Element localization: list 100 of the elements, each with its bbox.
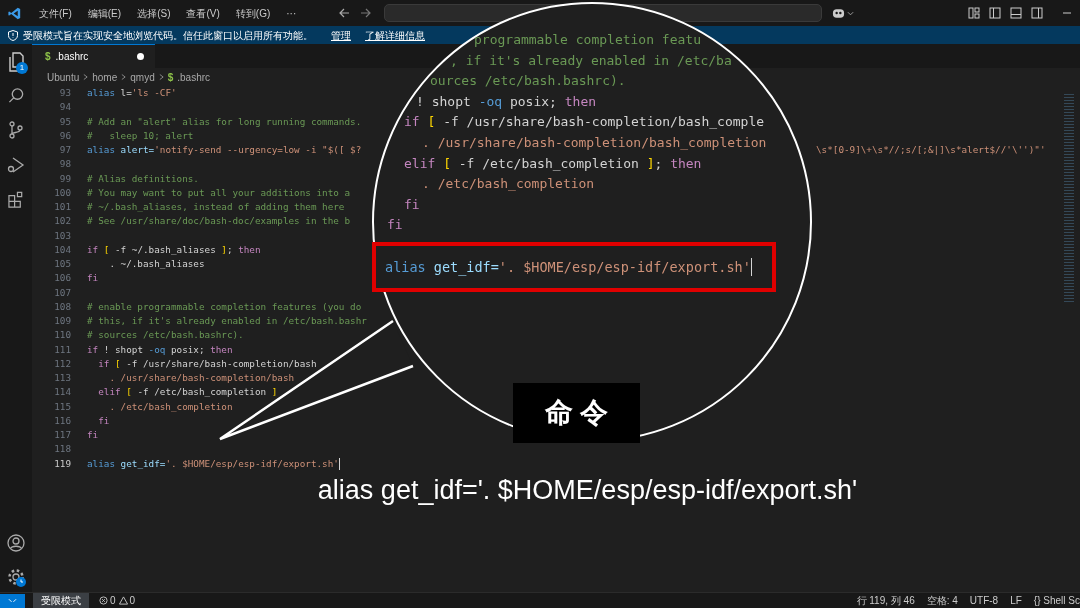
chevron-right-icon bbox=[83, 73, 89, 81]
line-number: 110 bbox=[53, 328, 71, 343]
magnified-code-line: ! shopt -oq posix; then bbox=[416, 92, 597, 111]
run-debug-icon[interactable] bbox=[7, 156, 25, 174]
code-line: alias alert='notify-send --urgency=low -i "$([ $? bbox=[87, 143, 362, 158]
chevron-right-icon bbox=[158, 73, 164, 81]
banner-link[interactable]: 管理 bbox=[331, 27, 351, 43]
restricted-mode-indicator[interactable]: 受限模式 bbox=[33, 592, 89, 608]
menu-item[interactable]: 查看(V) bbox=[180, 5, 226, 21]
code-line: # ~/.bash_aliases, instead of adding them here bbox=[87, 200, 345, 215]
magnified-code-line: . /usr/share/bash-completion/bash_completion bbox=[422, 134, 767, 152]
menu-item[interactable]: 选择(S) bbox=[131, 5, 177, 21]
menu-item[interactable]: 转到(G) bbox=[229, 5, 277, 21]
code-line: # this, if it's already enabled in /etc/bash.bashr bbox=[87, 314, 367, 329]
code-line: if [ -f ~/.bash_aliases ]; then bbox=[87, 242, 261, 257]
line-number: 108 bbox=[53, 299, 71, 314]
line-number: 107 bbox=[53, 285, 71, 300]
panel-toggle-icon[interactable] bbox=[1010, 7, 1022, 19]
text-cursor bbox=[338, 457, 340, 470]
menu-item[interactable]: ··· bbox=[280, 5, 303, 21]
line-number: 112 bbox=[53, 356, 71, 371]
status-item[interactable]: LF bbox=[1010, 593, 1022, 608]
breadcrumb-item[interactable]: .bashrc bbox=[177, 69, 211, 85]
source-control-icon[interactable] bbox=[8, 121, 24, 139]
line-number: 93 bbox=[58, 86, 71, 101]
code-line: fi bbox=[97, 413, 110, 428]
code-line: # sleep 10; alert bbox=[87, 128, 194, 143]
magnified-code-line: fi bbox=[387, 216, 403, 235]
layout-icon[interactable] bbox=[968, 7, 980, 19]
breadcrumb-item[interactable]: qmyd bbox=[130, 69, 155, 85]
code-line: fi bbox=[87, 428, 99, 443]
line-number: 100 bbox=[53, 185, 71, 200]
banner-message: 受限模式旨在实现安全地浏览代码。信任此窗口以启用所有功能。 bbox=[23, 28, 313, 43]
line-number: 111 bbox=[53, 342, 71, 357]
line-number: 99 bbox=[58, 171, 71, 186]
shell-file-icon: $ bbox=[167, 69, 174, 85]
account-icon[interactable] bbox=[7, 534, 25, 552]
line-number: 115 bbox=[53, 399, 71, 414]
error-count[interactable]: 0 bbox=[110, 593, 116, 608]
code-line: # You may want to put all your additions into a bbox=[87, 185, 351, 200]
line-number: 98 bbox=[58, 157, 71, 172]
error-icon[interactable] bbox=[99, 596, 108, 605]
chevron-down-icon[interactable] bbox=[847, 10, 855, 16]
search-icon[interactable] bbox=[7, 87, 25, 104]
clock-badge-icon bbox=[16, 577, 26, 587]
magnified-code-line: fi bbox=[404, 195, 420, 214]
line-number: 118 bbox=[53, 442, 71, 457]
notification-badge: 1 bbox=[16, 62, 28, 74]
line-number: 116 bbox=[53, 413, 71, 428]
line-number: 117 bbox=[53, 428, 71, 443]
code-line: alias get_idf='. $HOME/esp/esp-idf/export.sh' bbox=[87, 456, 339, 471]
status-item[interactable]: {} Shell Sc bbox=[1033, 593, 1080, 608]
app-logo-icon bbox=[8, 6, 21, 20]
settings-icon[interactable] bbox=[7, 568, 25, 586]
code-line: # Add an "alert" alias for long running commands. bbox=[87, 114, 362, 129]
menu-item[interactable]: 编辑(E) bbox=[81, 5, 128, 21]
code-line: . ~/.bash_aliases bbox=[108, 257, 205, 272]
line-number: 106 bbox=[53, 271, 71, 286]
magnified-code-line: , if it's already enabled in /etc/ba bbox=[450, 51, 732, 70]
line-number: 102 bbox=[53, 214, 71, 229]
magnified-code-line: elif [ -f /etc/bash_completion ]; then bbox=[404, 154, 702, 173]
line-number: 105 bbox=[53, 257, 71, 272]
back-arrow-icon[interactable] bbox=[338, 7, 351, 19]
code-line: # See /usr/share/doc/bash-doc/examples in the b bbox=[87, 214, 351, 229]
breadcrumb-item[interactable]: home bbox=[92, 69, 118, 85]
secondary-sidebar-icon[interactable] bbox=[1031, 7, 1043, 19]
line-number: 101 bbox=[53, 200, 71, 215]
code-line: alias l='ls -CF' bbox=[87, 86, 177, 101]
code-line: # Alias definitions. bbox=[87, 171, 199, 186]
line-number: 109 bbox=[53, 314, 71, 329]
status-item[interactable]: 空格: 4 bbox=[926, 593, 958, 608]
code-line: . /etc/bash_completion bbox=[108, 399, 233, 414]
forward-arrow-icon[interactable] bbox=[360, 7, 373, 19]
magnified-code-line: . /etc/bash_completion bbox=[422, 175, 595, 194]
extensions-icon[interactable] bbox=[7, 191, 25, 208]
line-number: 96 bbox=[58, 128, 71, 143]
breadcrumb-item[interactable]: Ubuntu bbox=[47, 69, 80, 85]
line-number: 104 bbox=[53, 242, 71, 257]
line-number: 97 bbox=[58, 143, 71, 158]
code-line: elif [ -f /etc/bash_completion ] bbox=[97, 385, 278, 400]
code-line: # sources /etc/bash.bashrc). bbox=[87, 328, 244, 343]
banner-link[interactable]: 了解详细信息 bbox=[365, 27, 425, 43]
status-item[interactable]: 行 119, 列 46 bbox=[856, 593, 915, 608]
line-number: 94 bbox=[58, 100, 71, 115]
files-icon[interactable] bbox=[7, 52, 25, 72]
status-item[interactable]: UTF-8 bbox=[969, 593, 999, 608]
copilot-icon[interactable] bbox=[832, 7, 846, 19]
sidebar-toggle-icon[interactable] bbox=[989, 7, 1001, 19]
editor-tab[interactable]: $ .bashrc bbox=[32, 44, 155, 68]
warning-count[interactable]: 0 bbox=[129, 593, 136, 608]
magnified-code-line: if [ -f /usr/share/bash-completion/bash_comple bbox=[404, 113, 765, 132]
code-line: if ! shopt -oq posix; then bbox=[87, 342, 233, 357]
remote-icon[interactable] bbox=[0, 593, 25, 608]
shield-icon bbox=[8, 29, 18, 41]
code-line: . /usr/share/bash-completion/bash bbox=[108, 371, 295, 386]
code-line: fi bbox=[87, 271, 99, 286]
warning-icon[interactable] bbox=[118, 596, 128, 605]
line-number: 113 bbox=[53, 371, 71, 386]
menu-item[interactable]: 文件(F) bbox=[33, 5, 78, 21]
subtitle-caption: alias get_idf='. $HOME/esp/esp-idf/export.sh' bbox=[317, 474, 858, 507]
